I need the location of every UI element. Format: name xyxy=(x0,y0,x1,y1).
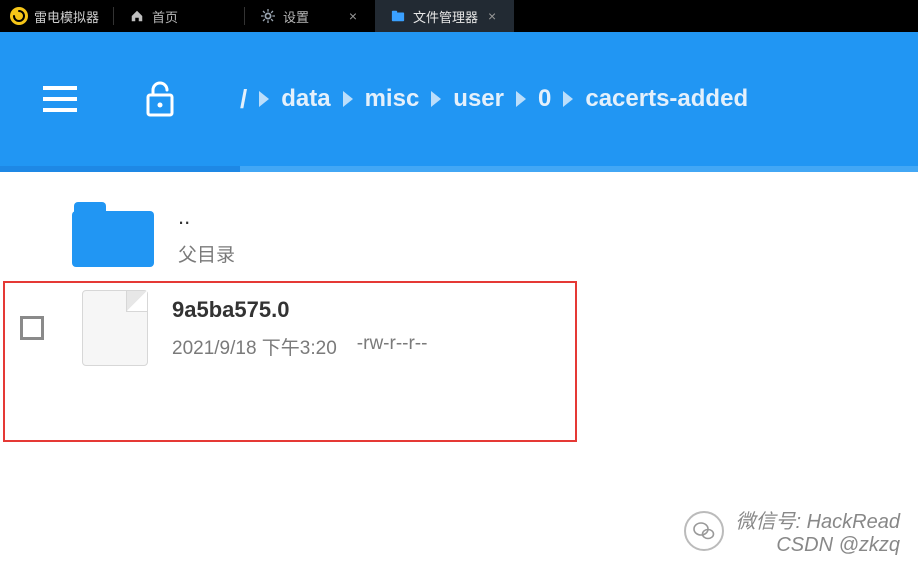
folder-icon xyxy=(391,9,405,23)
file-list: .. 父目录 9a5ba575.0 2021/9/18 下午3:20 -rw-r… xyxy=(0,172,918,378)
close-icon[interactable]: × xyxy=(486,8,498,24)
app-logo-icon xyxy=(10,7,28,25)
file-permissions: -rw-r--r-- xyxy=(357,333,428,360)
gear-icon xyxy=(261,9,275,23)
file-checkbox[interactable] xyxy=(20,316,44,340)
parent-label: 父目录 xyxy=(178,240,235,267)
chevron-right-icon xyxy=(341,89,355,109)
watermark-line1: 微信号: HackRead xyxy=(736,505,901,534)
breadcrumb-segment[interactable]: data xyxy=(281,85,330,113)
watermark-line2: CSDN @zkzq xyxy=(736,534,901,557)
wechat-icon xyxy=(684,511,724,551)
app-name: 雷电模拟器 xyxy=(34,7,99,26)
chevron-right-icon xyxy=(561,89,575,109)
file-name: 9a5ba575.0 xyxy=(172,297,427,323)
breadcrumb-root[interactable]: / xyxy=(240,84,247,115)
file-icon xyxy=(82,290,148,366)
parent-dots: .. xyxy=(178,204,235,230)
breadcrumb-segment[interactable]: cacerts-added xyxy=(585,85,748,113)
tab-settings[interactable]: 设置 × xyxy=(245,0,375,32)
tab-home[interactable]: 首页 xyxy=(114,0,244,32)
tab-file-manager[interactable]: 文件管理器 × xyxy=(375,0,514,32)
emulator-title-bar: 雷电模拟器 首页 设置 × 文件管理器 × xyxy=(0,0,918,32)
app-logo: 雷电模拟器 xyxy=(0,7,109,26)
breadcrumb: / data misc user 0 cacerts-added xyxy=(240,84,748,115)
toolbar-underline xyxy=(0,166,918,172)
menu-button[interactable] xyxy=(40,79,80,119)
file-row[interactable]: 9a5ba575.0 2021/9/18 下午3:20 -rw-r--r-- xyxy=(0,280,918,378)
close-icon[interactable]: × xyxy=(347,8,359,24)
tab-strip: 首页 设置 × 文件管理器 × xyxy=(113,0,514,32)
chevron-right-icon xyxy=(257,89,271,109)
file-manager-toolbar: / data misc user 0 cacerts-added xyxy=(0,32,918,172)
folder-icon xyxy=(72,202,154,268)
home-icon xyxy=(130,9,144,23)
file-date: 2021/9/18 下午3:20 xyxy=(172,333,337,360)
chevron-right-icon xyxy=(429,89,443,109)
unlock-button[interactable] xyxy=(140,79,180,119)
parent-directory-row[interactable]: .. 父目录 xyxy=(0,192,918,280)
breadcrumb-segment[interactable]: 0 xyxy=(538,85,551,113)
breadcrumb-segment[interactable]: misc xyxy=(365,85,420,113)
tab-label: 首页 xyxy=(152,7,178,26)
watermark: 微信号: HackRead CSDN @zkzq xyxy=(684,505,901,557)
tab-label: 文件管理器 xyxy=(413,7,478,26)
breadcrumb-segment[interactable]: user xyxy=(453,85,504,113)
chevron-right-icon xyxy=(514,89,528,109)
tab-label: 设置 xyxy=(283,7,309,26)
